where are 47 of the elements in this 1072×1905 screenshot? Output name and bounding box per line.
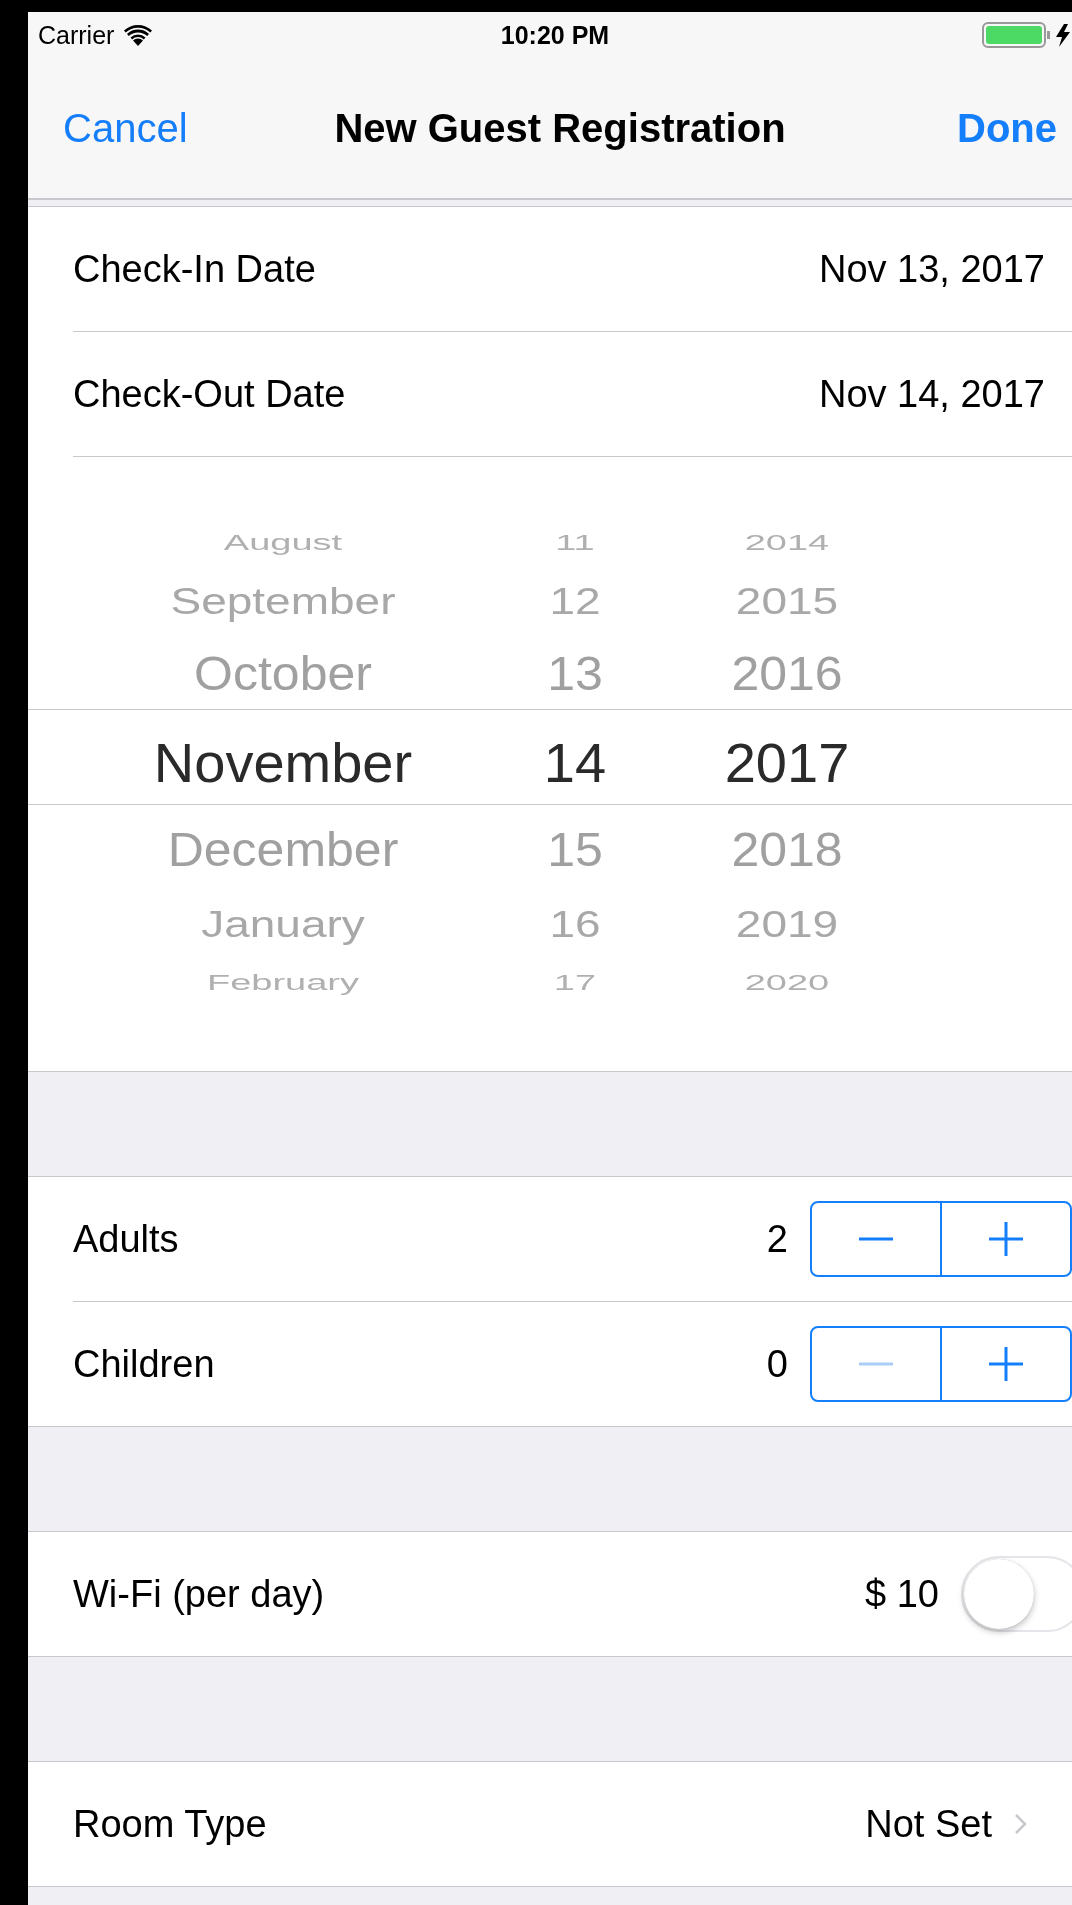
picker-month: October	[193, 646, 373, 702]
picker-year: 2020	[743, 969, 831, 995]
battery-icon	[982, 22, 1072, 48]
row-label: Children	[73, 1342, 215, 1386]
picker-day: 13	[495, 646, 655, 702]
wifi-toggle[interactable]	[961, 1556, 1072, 1632]
date-value: Nov 13, 2017	[818, 247, 1045, 291]
carrier-label: Carrier	[38, 20, 115, 50]
price-value: $ 10	[865, 1572, 939, 1616]
picker-month: December	[166, 822, 400, 878]
wifi-icon	[124, 24, 153, 46]
picker-month: February	[205, 969, 361, 995]
picker-day: 17	[495, 969, 655, 995]
row-label: Check-In Date	[73, 247, 316, 291]
row-label: Adults	[73, 1217, 179, 1261]
screen-title: New Guest Registration	[334, 105, 786, 151]
chevron-icon	[1014, 1813, 1027, 1835]
date-row[interactable]: Check-Out Date Nov 14, 2017	[73, 332, 1072, 457]
picker-year: 2018	[730, 822, 844, 878]
picker-year: 2014	[743, 529, 831, 555]
date-row[interactable]: Check-In Date Nov 13, 2017	[73, 207, 1072, 332]
date-picker[interactable]: August 11 2014 September 12 2015 October 13 2016 November 14 2017 December 15 2018 January 16 2019 February 17 2020	[28, 457, 1072, 1071]
done-button[interactable]: Done	[957, 105, 1057, 151]
picker-year: 2017	[723, 729, 851, 795]
picker-day: 14	[495, 729, 655, 795]
status-time: 10:20 PM	[500, 20, 610, 50]
count-value: 2	[766, 1217, 788, 1261]
row-label: Wi-Fi (per day)	[73, 1572, 325, 1616]
room-type-value: Not Set	[865, 1802, 992, 1846]
picker-day: 12	[495, 578, 655, 623]
plus-icon	[989, 1222, 1023, 1256]
picker-month: November	[152, 729, 414, 795]
row-label: Check-Out Date	[73, 372, 346, 416]
picker-year: 2016	[730, 646, 844, 702]
picker-month: September	[169, 578, 397, 623]
picker-day: 16	[495, 901, 655, 946]
picker-month: January	[200, 901, 366, 946]
plus-icon	[989, 1347, 1023, 1381]
picker-day: 15	[495, 822, 655, 878]
cancel-button[interactable]: Cancel	[63, 105, 188, 151]
picker-month: August	[222, 529, 344, 555]
date-value: Nov 14, 2017	[818, 372, 1045, 416]
picker-day: 11	[495, 529, 655, 555]
count-value: 0	[766, 1342, 788, 1386]
picker-year: 2015	[734, 578, 840, 623]
picker-year: 2019	[734, 901, 840, 946]
row-label: Room Type	[73, 1802, 267, 1846]
